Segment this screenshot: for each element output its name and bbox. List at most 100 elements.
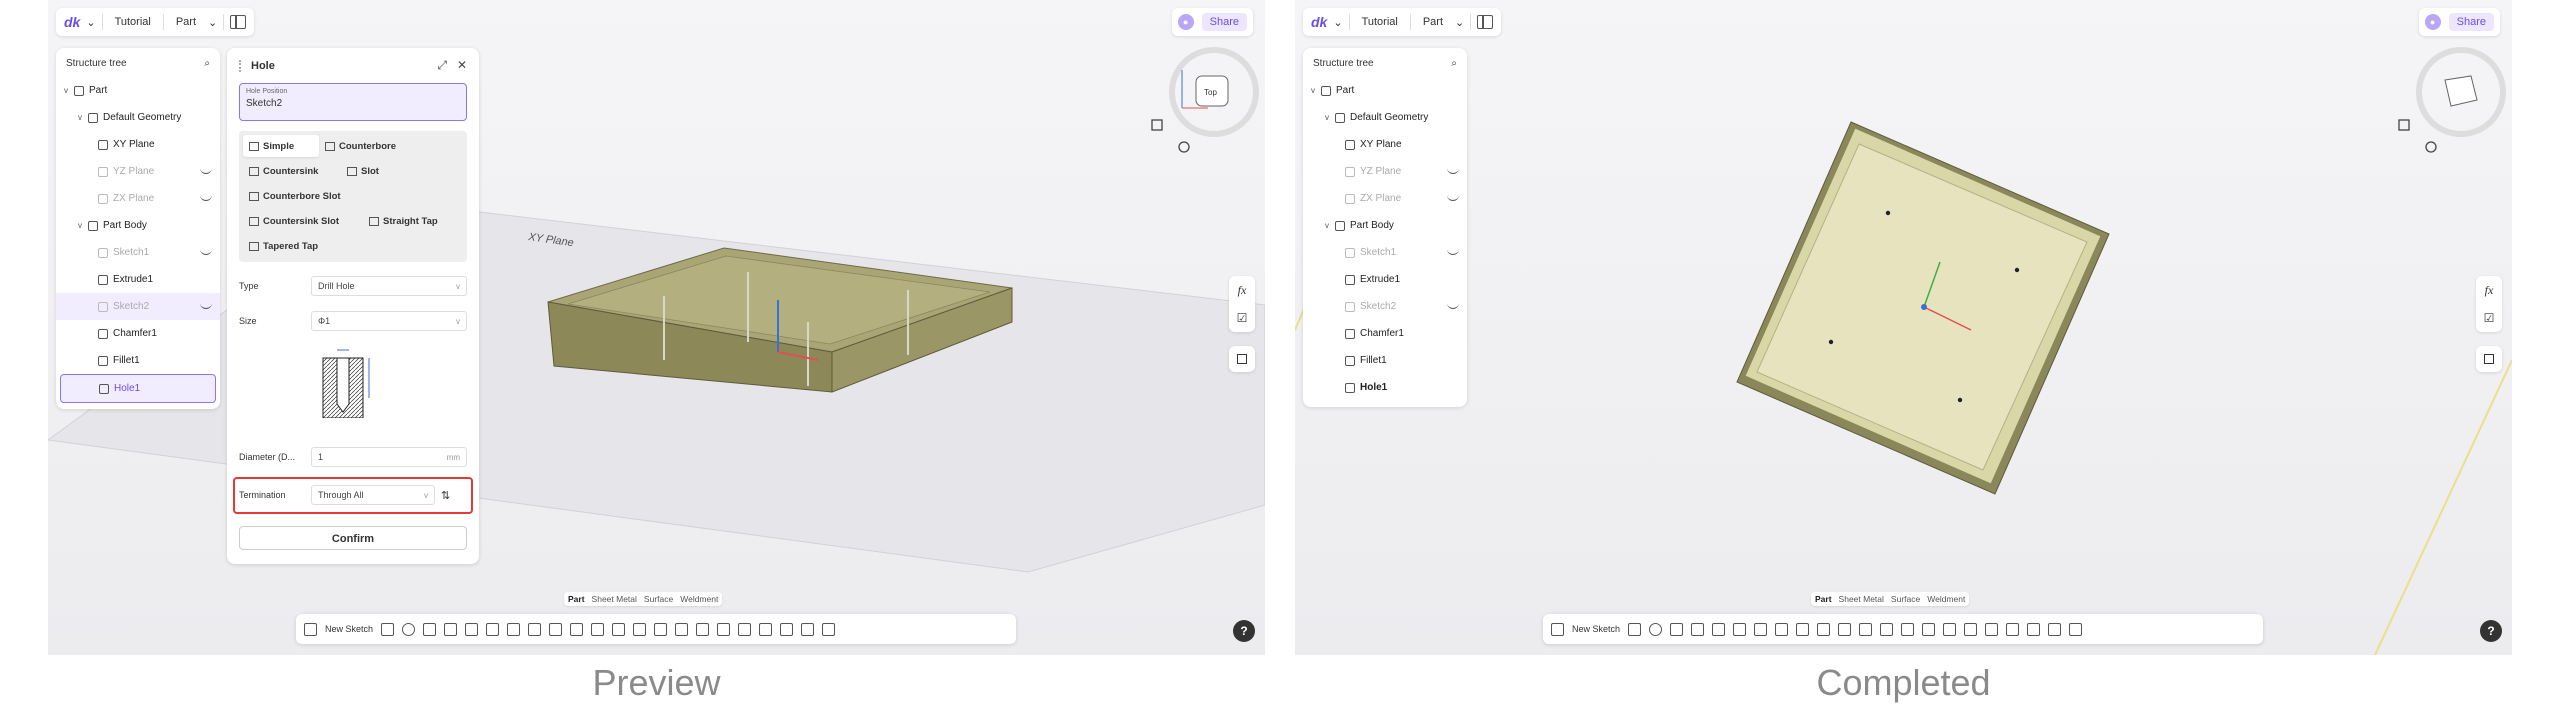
extrude-tool-icon[interactable]: [381, 622, 395, 636]
eye-hidden-icon[interactable]: [1447, 194, 1459, 201]
view-cube[interactable]: [2444, 75, 2478, 107]
tree-item-part-body[interactable]: v Part Body: [56, 212, 220, 239]
fillet-tool-icon[interactable]: [1754, 622, 1768, 636]
mode-selector[interactable]: Part: [1417, 16, 1449, 28]
boolean-tool-icon[interactable]: [654, 622, 668, 636]
reference-tool-icon[interactable]: [738, 622, 752, 636]
type-select[interactable]: Drill Hole v: [311, 276, 467, 296]
tab-part[interactable]: Part: [568, 594, 585, 604]
move-tool-icon[interactable]: [1943, 622, 1957, 636]
new-sketch-icon[interactable]: [304, 622, 317, 636]
mode-selector[interactable]: Part: [170, 16, 202, 28]
new-sketch-button[interactable]: New Sketch: [325, 624, 373, 634]
rib-tool-icon[interactable]: [1712, 622, 1726, 636]
search-icon[interactable]: ⌕: [1451, 58, 1457, 69]
point-tool-icon[interactable]: [2048, 622, 2062, 636]
tab-weldment[interactable]: Weldment: [680, 594, 718, 604]
revolve-tool-icon[interactable]: [402, 622, 416, 636]
tree-item-xy-plane[interactable]: XY Plane: [1303, 131, 1467, 158]
check-icon[interactable]: ☑: [2476, 304, 2502, 332]
tree-item-xy-plane[interactable]: XY Plane: [56, 131, 220, 158]
measure-tool-icon[interactable]: [822, 622, 836, 636]
app-logo-icon[interactable]: dk: [1311, 14, 1327, 30]
tree-item-part-body[interactable]: v Part Body: [1303, 212, 1467, 239]
move-tool-icon[interactable]: [696, 622, 710, 636]
tree-item-hole1[interactable]: Hole1: [60, 374, 216, 403]
thread-tool-icon[interactable]: [591, 622, 605, 636]
point-tool-icon[interactable]: [801, 622, 815, 636]
chevron-down-icon[interactable]: v: [78, 113, 86, 122]
diameter-input[interactable]: 1 mm: [311, 447, 467, 467]
pattern-tool-icon[interactable]: [1859, 622, 1873, 636]
scale-tool-icon[interactable]: [717, 622, 731, 636]
mode-dropdown-icon[interactable]: ⌄: [208, 16, 217, 29]
chevron-down-icon[interactable]: v: [64, 86, 72, 95]
document-name[interactable]: Tutorial: [1356, 16, 1404, 28]
chevron-down-icon[interactable]: v: [78, 221, 86, 230]
hole-tool-icon[interactable]: [570, 622, 584, 636]
hole-position-field[interactable]: Hole Position Sketch2: [239, 83, 467, 121]
tree-item-yz-plane[interactable]: YZ Plane: [1303, 158, 1467, 185]
eye-hidden-icon[interactable]: [1447, 248, 1459, 255]
size-select[interactable]: Φ1 v: [311, 311, 467, 331]
measure-button[interactable]: [2476, 346, 2502, 372]
tree-item-sketch1[interactable]: Sketch1: [1303, 239, 1467, 266]
type-tapered-tap-button[interactable]: Tapered Tap: [243, 235, 463, 257]
chamfer-tool-icon[interactable]: [1775, 622, 1789, 636]
tree-item-sketch2[interactable]: Sketch2: [1303, 293, 1467, 320]
eye-hidden-icon[interactable]: [1447, 167, 1459, 174]
mirror-tool-icon[interactable]: [1880, 622, 1894, 636]
viewport-3d-completed[interactable]: [1295, 0, 2512, 655]
tree-item-fillet1[interactable]: Fillet1: [56, 347, 220, 374]
mirror-tool-icon[interactable]: [633, 622, 647, 636]
avatar[interactable]: ●: [1177, 14, 1194, 30]
tab-weldment[interactable]: Weldment: [1927, 594, 1965, 604]
sweep-tool-icon[interactable]: [423, 622, 437, 636]
split-tool-icon[interactable]: [675, 622, 689, 636]
search-icon[interactable]: ⌕: [204, 58, 210, 69]
document-name[interactable]: Tutorial: [109, 16, 157, 28]
logo-dropdown-icon[interactable]: ⌄: [1333, 16, 1342, 29]
chamfer-tool-icon[interactable]: [528, 622, 542, 636]
draft-tool-icon[interactable]: [1796, 622, 1810, 636]
type-counterbore-slot-button[interactable]: Counterbore Slot: [243, 185, 463, 207]
axis-tool-icon[interactable]: [2027, 622, 2041, 636]
confirm-button[interactable]: Confirm: [239, 526, 467, 550]
toggle-panel-icon[interactable]: [230, 15, 247, 29]
help-button[interactable]: ?: [2480, 620, 2502, 642]
tree-item-fillet1[interactable]: Fillet1: [1303, 347, 1467, 374]
measure-button[interactable]: [1229, 346, 1255, 372]
app-logo-icon[interactable]: dk: [64, 14, 80, 30]
close-icon[interactable]: ✕: [457, 58, 467, 73]
logo-dropdown-icon[interactable]: ⌄: [86, 16, 95, 29]
check-icon[interactable]: ☑: [1229, 304, 1255, 332]
tree-item-yz-plane[interactable]: YZ Plane: [56, 158, 220, 185]
shell-tool-icon[interactable]: [1733, 622, 1747, 636]
tree-item-sketch2[interactable]: Sketch2: [56, 293, 220, 320]
type-straight-tap-button[interactable]: Straight Tap: [363, 210, 446, 232]
share-button[interactable]: Share: [1201, 13, 1247, 31]
eye-hidden-icon[interactable]: [1447, 302, 1459, 309]
formula-icon[interactable]: fx: [1229, 276, 1255, 304]
type-simple-button[interactable]: Simple: [243, 135, 319, 157]
new-sketch-icon[interactable]: [1551, 622, 1564, 636]
eye-hidden-icon[interactable]: [200, 167, 212, 174]
toggle-panel-icon[interactable]: [1477, 15, 1494, 29]
boolean-tool-icon[interactable]: [1901, 622, 1915, 636]
plane-tool-icon[interactable]: [2006, 622, 2020, 636]
help-button[interactable]: ?: [1233, 620, 1255, 642]
loft-tool-icon[interactable]: [1691, 622, 1705, 636]
tree-item-default-geometry[interactable]: v Default Geometry: [1303, 104, 1467, 131]
reference-tool-icon[interactable]: [1985, 622, 1999, 636]
draft-tool-icon[interactable]: [549, 622, 563, 636]
extrude-tool-icon[interactable]: [1628, 622, 1642, 636]
tree-item-chamfer1[interactable]: Chamfer1: [1303, 320, 1467, 347]
axis-tool-icon[interactable]: [780, 622, 794, 636]
pattern-tool-icon[interactable]: [612, 622, 626, 636]
view-mode-icon[interactable]: [1178, 141, 1190, 153]
rib-tool-icon[interactable]: [465, 622, 479, 636]
tab-surface[interactable]: Surface: [644, 594, 673, 604]
measure-tool-icon[interactable]: [2069, 622, 2083, 636]
tree-item-sketch1[interactable]: Sketch1: [56, 239, 220, 266]
fillet-tool-icon[interactable]: [507, 622, 521, 636]
